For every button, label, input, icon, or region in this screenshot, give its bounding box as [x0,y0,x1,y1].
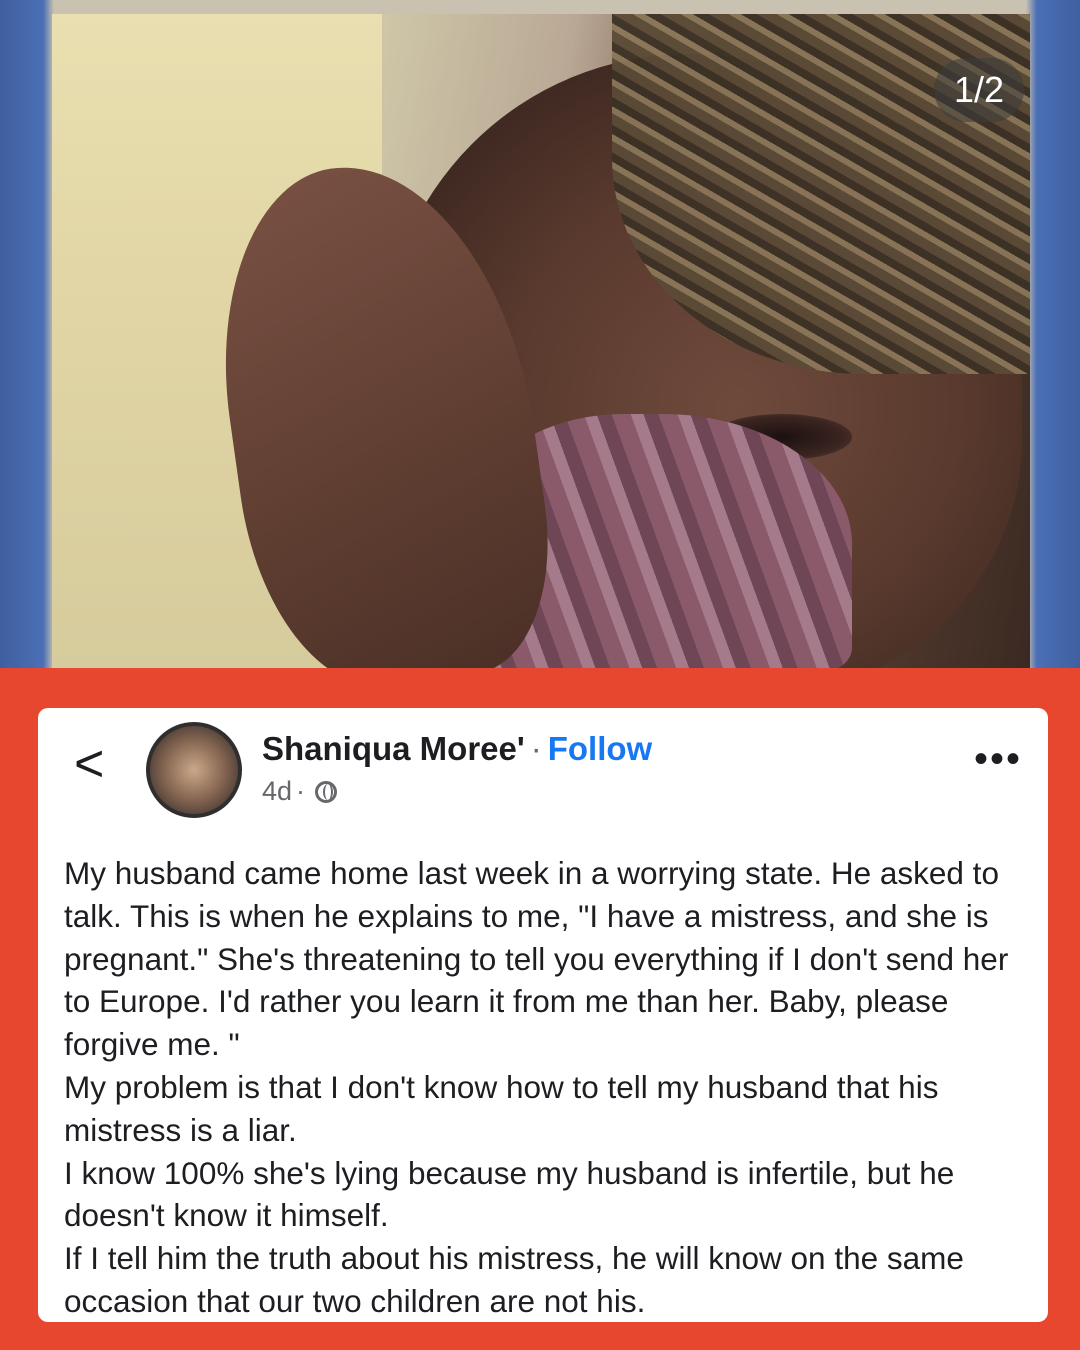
globe-icon [315,781,338,803]
post-paragraph: I know 100% she's lying because my husba… [64,1154,955,1234]
post-card: < Shaniqua Moree' · Follow 4d · ••• My husb… [38,708,1048,1322]
photo-frame: 1/2 [0,0,1080,668]
post-paragraph: My problem is that I don't know how to t… [64,1068,939,1148]
author-name[interactable]: Shaniqua Moree' [262,730,525,767]
post-timestamp[interactable]: 4d [262,776,292,806]
post-body: My husband came home last week in a worr… [64,852,1024,1323]
post-paragraph: My husband came home last week in a worr… [64,855,1009,1063]
post-photo[interactable] [52,14,1030,668]
photo-counter-badge: 1/2 [934,58,1024,122]
chevron-left-icon[interactable]: < [74,734,114,794]
meta-separator: · [296,776,306,806]
post-header: Shaniqua Moree' · Follow [262,724,652,774]
avatar[interactable] [146,722,242,818]
post-meta: 4d · [262,772,338,810]
more-horizontal-icon[interactable]: ••• [968,739,1028,779]
post-paragraph: If I tell him the truth about his mistre… [64,1240,964,1319]
follow-button[interactable]: Follow [548,730,652,767]
header-separator: · [530,730,542,767]
